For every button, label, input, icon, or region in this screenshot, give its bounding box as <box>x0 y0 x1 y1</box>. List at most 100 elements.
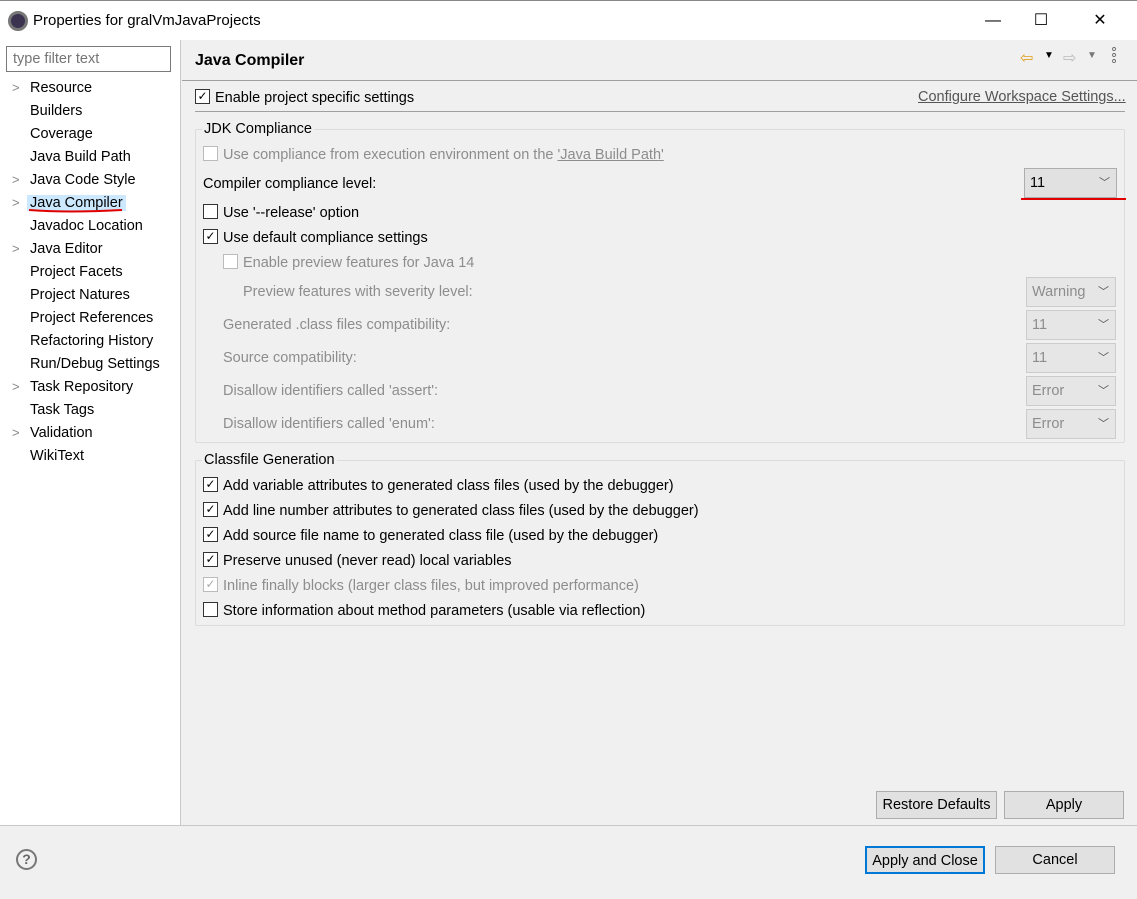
use-env-checkbox: Use compliance from execution environmen… <box>203 145 664 165</box>
sidebar-item[interactable]: Task Tags <box>30 399 94 421</box>
chevron-right-icon[interactable]: > <box>12 422 20 444</box>
sidebar-item[interactable]: > Java Editor <box>12 238 103 260</box>
maximize-button[interactable]: ☐ <box>1018 7 1064 35</box>
chevron-right-icon[interactable]: > <box>12 192 20 214</box>
classfile-option-checkbox[interactable]: ✓ Add source file name to generated class… <box>203 526 658 546</box>
apply-button[interactable]: Apply <box>1004 791 1124 819</box>
release-option-checkbox[interactable]: Use '--release' option <box>203 203 359 223</box>
checkbox-label: Add source file name to generated class … <box>223 528 659 544</box>
sidebar-item-label: Task Tags <box>30 402 95 418</box>
checkbox[interactable]: ✓ <box>203 527 218 543</box>
setting-select: 11 ﹀ <box>1026 310 1116 340</box>
sidebar-item-label: Project Facets <box>30 264 123 280</box>
setting-select: Error ﹀ <box>1026 376 1116 406</box>
chevron-right-icon[interactable]: > <box>12 77 20 99</box>
preview-features-checkbox: Enable preview features for Java 14 <box>223 253 474 273</box>
sidebar-item-label: Validation <box>30 425 93 441</box>
classfile-option-checkbox: ✓ Inline finally blocks (larger class fil… <box>203 576 639 596</box>
chevron-down-icon: ﹀ <box>1098 286 1109 298</box>
sidebar-item[interactable]: Java Build Path <box>30 146 131 168</box>
setting-label: Disallow identifiers called 'assert': <box>223 383 439 399</box>
sidebar-item-label: Resource <box>30 80 93 96</box>
view-menu-icon[interactable]: ∘ ∘ ∘ <box>1110 42 1118 67</box>
classfile-option-checkbox[interactable]: ✓ Preserve unused (never read) local vari… <box>203 551 512 571</box>
checkbox[interactable] <box>203 602 218 618</box>
sidebar-item-label: Project References <box>30 310 154 326</box>
chevron-down-icon: ﹀ <box>1098 418 1109 430</box>
setting-label: Preview features with severity level: <box>243 284 473 300</box>
sidebar-item[interactable]: Project Facets <box>30 261 123 283</box>
chevron-right-icon[interactable]: > <box>12 238 20 260</box>
sidebar-item[interactable]: Project References <box>30 307 153 329</box>
select-value: Warning <box>1032 284 1086 300</box>
sidebar-item-label: WikiText <box>30 448 84 464</box>
sidebar-item[interactable]: > Java Code Style <box>12 169 136 191</box>
help-icon[interactable]: ? <box>16 849 37 870</box>
default-compliance-checkbox[interactable]: ✓ Use default compliance settings <box>203 228 428 248</box>
sidebar-item[interactable]: > Validation <box>12 422 93 444</box>
sidebar-item[interactable]: Javadoc Location <box>30 215 143 237</box>
filter-input[interactable] <box>6 46 171 72</box>
compliance-level-select[interactable]: 11 ﹀ <box>1024 168 1117 198</box>
setting-select: Error ﹀ <box>1026 409 1116 439</box>
select-value: Error <box>1032 416 1065 432</box>
sidebar-item[interactable]: > Task Repository <box>12 376 133 398</box>
checkbox[interactable]: ✓ <box>203 229 218 245</box>
cancel-button[interactable]: Cancel <box>995 846 1115 874</box>
checkbox-label: Store information about method parameter… <box>223 603 646 619</box>
back-arrow-icon[interactable]: ⇦ <box>1020 48 1033 68</box>
chevron-right-icon[interactable]: > <box>12 169 20 191</box>
classfile-option-checkbox[interactable]: ✓ Add variable attributes to generated cl… <box>203 476 674 496</box>
divider <box>195 111 1125 112</box>
sidebar-item-label: Java Code Style <box>30 172 136 188</box>
sidebar-item[interactable]: Refactoring History <box>30 330 153 352</box>
window-title: Properties for gralVmJavaProjects <box>33 12 261 29</box>
sidebar-item[interactable]: Builders <box>30 100 82 122</box>
sidebar-item[interactable]: Project Natures <box>30 284 130 306</box>
forward-menu-icon[interactable]: ▼ <box>1087 50 1097 61</box>
sidebar-item[interactable]: Coverage <box>30 123 93 145</box>
sidebar-item-label: Builders <box>30 103 83 119</box>
configure-workspace-link[interactable]: Configure Workspace Settings... <box>918 89 1126 105</box>
select-value: 11 <box>1032 317 1048 333</box>
checkbox[interactable]: ✓ <box>203 477 218 493</box>
back-menu-icon[interactable]: ▼ <box>1044 50 1054 61</box>
checkbox-label: Enable preview features for Java 14 <box>243 255 475 271</box>
classfile-option-checkbox[interactable]: Store information about method parameter… <box>203 601 645 621</box>
page-header: Java Compiler ⇦ ▼ ⇨ ▼ ∘ ∘ ∘ <box>182 40 1137 81</box>
page-title: Java Compiler <box>195 52 305 69</box>
checkbox[interactable]: ✓ <box>203 552 218 568</box>
checkbox-label: Inline finally blocks (larger class file… <box>223 578 639 594</box>
checkbox-label: Use '--release' option <box>223 205 360 221</box>
sidebar-item[interactable]: Run/Debug Settings <box>30 353 160 375</box>
select-value: Error <box>1032 383 1065 399</box>
sidebar-item-label: Java Editor <box>30 241 103 257</box>
checkbox-label: Use default compliance settings <box>223 230 428 246</box>
checkbox[interactable] <box>203 204 218 220</box>
sidebar-item-label: Coverage <box>30 126 93 142</box>
setting-label: Generated .class files compatibility: <box>223 317 451 333</box>
title-bar: Properties for gralVmJavaProjects — ☐ ✕ <box>0 0 1137 40</box>
apply-and-close-button[interactable]: Apply and Close <box>865 846 985 874</box>
java-build-path-link[interactable]: 'Java Build Path' <box>557 147 663 163</box>
sidebar-item[interactable]: > Resource <box>12 77 93 99</box>
sidebar-item[interactable]: WikiText <box>30 445 84 467</box>
restore-defaults-button[interactable]: Restore Defaults <box>876 791 997 819</box>
group-title: JDK Compliance <box>202 121 314 137</box>
select-value: 11 <box>1030 175 1046 191</box>
minimize-button[interactable]: — <box>970 7 1016 35</box>
sidebar-item-label: Javadoc Location <box>30 218 143 234</box>
classfile-option-checkbox[interactable]: ✓ Add line number attributes to generated… <box>203 501 699 521</box>
chevron-down-icon: ﹀ <box>1098 319 1109 331</box>
sidebar-item-label: Java Build Path <box>30 149 131 165</box>
checkbox: ✓ <box>203 577 218 593</box>
close-button[interactable]: ✕ <box>1077 7 1123 35</box>
setting-select: 11 ﹀ <box>1026 343 1116 373</box>
chevron-right-icon[interactable]: > <box>12 376 20 398</box>
checkbox[interactable]: ✓ <box>203 502 218 518</box>
sidebar-item-label: Run/Debug Settings <box>30 356 160 372</box>
enable-specific-checkbox[interactable]: ✓ Enable project specific settings <box>195 88 414 108</box>
checkbox[interactable]: ✓ <box>195 89 210 105</box>
forward-arrow-icon[interactable]: ⇨ <box>1063 48 1076 68</box>
sidebar-item-label: Refactoring History <box>30 333 154 349</box>
